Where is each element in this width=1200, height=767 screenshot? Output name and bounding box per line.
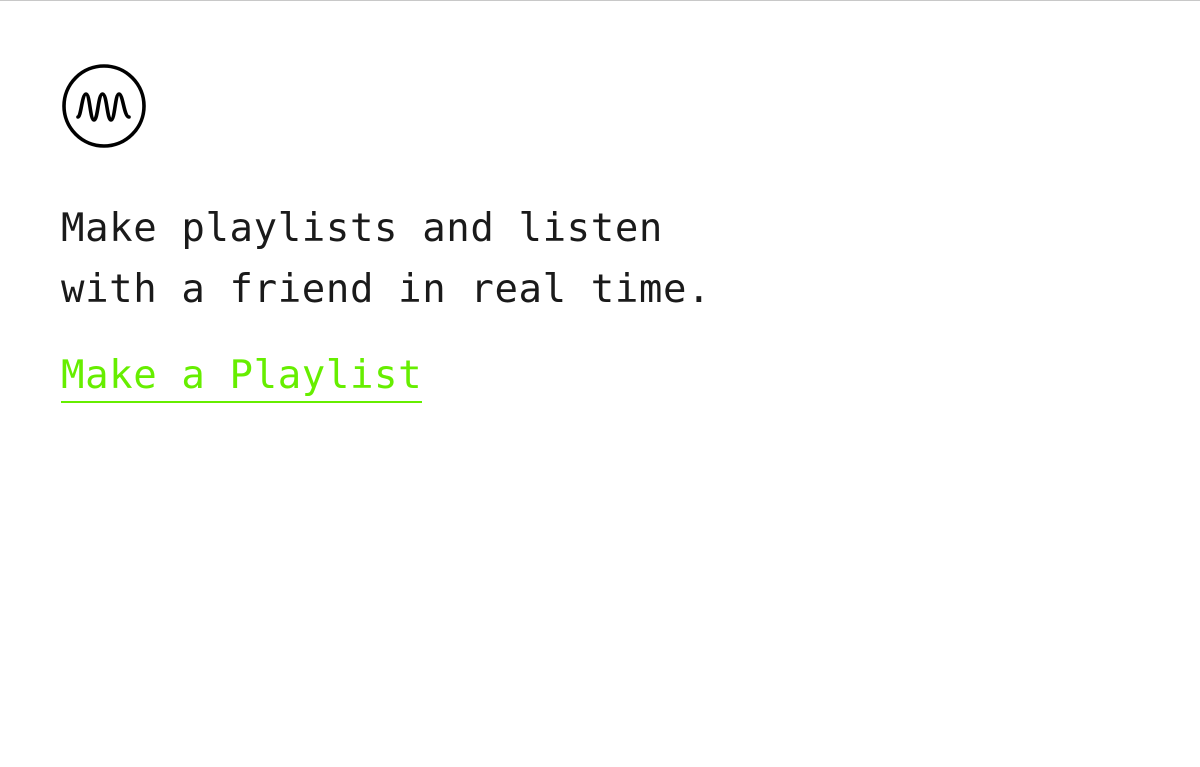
landing-page: Make playlists and listen with a friend … — [61, 64, 1062, 403]
tagline: Make playlists and listen with a friend … — [61, 198, 1062, 320]
make-playlist-link[interactable]: Make a Playlist — [61, 352, 423, 403]
top-divider — [0, 0, 1200, 1]
tagline-line-2: with a friend in real time. — [61, 267, 712, 312]
tagline-line-1: Make playlists and listen — [61, 206, 663, 251]
waveform-circle-icon — [62, 64, 146, 148]
